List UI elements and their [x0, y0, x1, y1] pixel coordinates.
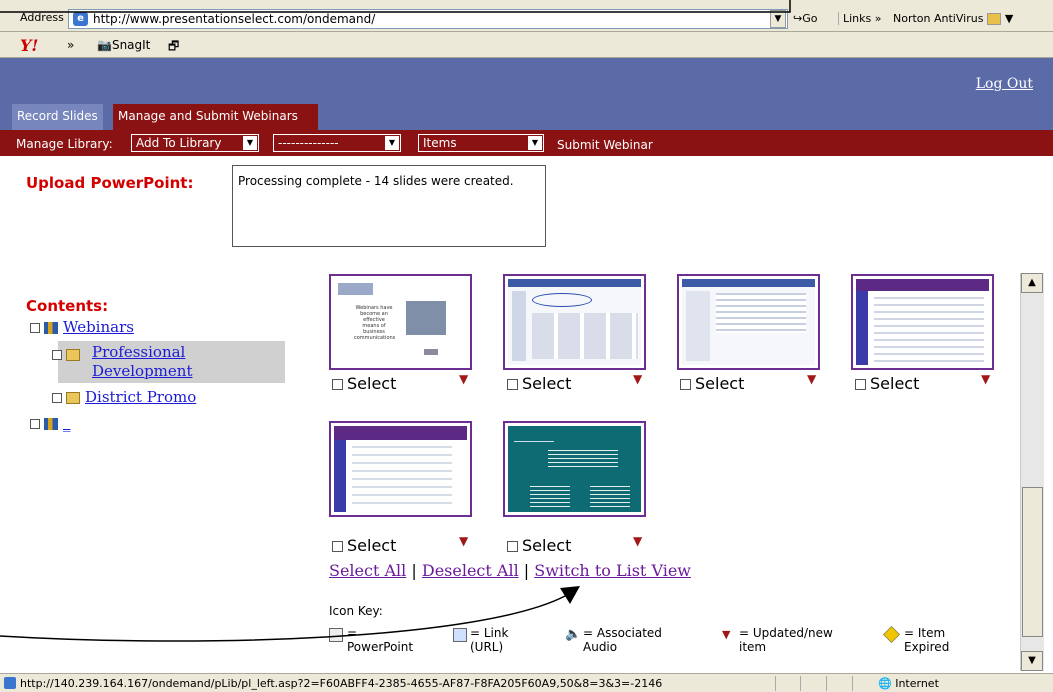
yahoo-toolbar: Y! » 📷SnagIt 🗗 [0, 32, 1053, 58]
filter-select[interactable]: -------------- ▼ [273, 134, 401, 152]
dropdown-arrow-icon: ▼ [385, 136, 399, 150]
slide-thumbnail[interactable] [503, 421, 646, 517]
folder-icon [66, 349, 80, 361]
tree-item-untitled[interactable]: _ [30, 414, 71, 432]
select-checkbox-5[interactable]: Select [332, 536, 396, 555]
status-zone: 🌐 Internet [878, 677, 939, 690]
snagit-settings-icon[interactable]: 🗗 [168, 37, 179, 58]
logout-link[interactable]: Log Out [976, 76, 1033, 92]
dropdown-arrow-icon: ▼ [528, 136, 542, 150]
separator: | [411, 561, 417, 580]
upload-status-box: Processing complete - 14 slides were cre… [232, 165, 546, 247]
flag-icon: ▼ [981, 372, 991, 386]
tree-checkbox[interactable] [30, 323, 40, 333]
norton-icon [987, 13, 1002, 25]
tree-item-professional-development[interactable]: Professional Development [52, 343, 192, 380]
books-icon [44, 322, 58, 334]
manage-library-bar: Manage Library: Add To Library ▼ --------… [0, 130, 1053, 156]
upload-powerpoint-label: Upload PowerPoint: [26, 174, 194, 192]
items-select[interactable]: Items ▼ [418, 134, 544, 152]
flag-icon: ▼ [722, 628, 731, 641]
links-button[interactable]: Links » [838, 12, 882, 25]
ie-page-icon: e [73, 12, 88, 26]
callout-arrowhead [560, 586, 580, 604]
select-checkbox-6[interactable]: Select [507, 536, 571, 555]
separator: | [523, 561, 530, 580]
address-input[interactable]: e http://www.presentationselect.com/onde… [68, 9, 788, 29]
address-url: http://www.presentationselect.com/ondema… [93, 12, 376, 26]
link-icon [453, 628, 467, 642]
select-all-link[interactable]: Select All [329, 561, 406, 580]
status-url: http://140.239.164.167/ondemand/pLib/pl_… [20, 677, 663, 690]
slide-thumbnail[interactable] [329, 421, 472, 517]
flag-icon: ▼ [633, 372, 643, 386]
tree-item-district-promo[interactable]: District Promo [52, 388, 196, 406]
icon-key-label: Icon Key: [329, 604, 383, 618]
norton-antivirus-button[interactable]: Norton AntiVirus ▼ [893, 12, 1013, 25]
slide-thumbnail[interactable] [677, 274, 820, 370]
add-to-library-select[interactable]: Add To Library ▼ [131, 134, 259, 152]
books-icon [44, 418, 58, 430]
expired-icon [883, 626, 900, 643]
flag-icon: ▼ [807, 372, 817, 386]
address-dropdown-icon[interactable]: ▼ [770, 10, 786, 28]
address-bar: Address e http://www.presentationselect.… [0, 0, 1053, 32]
go-button[interactable]: ↪Go [793, 12, 817, 25]
slide-actions: Select All | Deselect All | Switch to Li… [329, 561, 691, 580]
select-checkbox-1[interactable]: Select [332, 374, 396, 393]
scroll-down-icon[interactable]: ▼ [1021, 651, 1043, 671]
address-label: Address [20, 11, 64, 24]
status-bar: http://140.239.164.167/ondemand/pLib/pl_… [0, 673, 1053, 692]
flag-icon: ▼ [459, 534, 469, 548]
contents-label: Contents: [26, 297, 109, 315]
tree-checkbox[interactable] [30, 419, 40, 429]
tab-record-slides[interactable]: Record Slides [12, 104, 103, 130]
flag-icon: ▼ [633, 534, 643, 548]
select-checkbox-2[interactable]: Select [507, 374, 571, 393]
tree-checkbox[interactable] [52, 350, 62, 360]
select-checkbox-4[interactable]: Select [855, 374, 919, 393]
tab-manage-submit-webinars[interactable]: Manage and Submit Webinars [113, 104, 318, 130]
powerpoint-icon [329, 628, 343, 642]
switch-to-list-view-link[interactable]: Switch to List View [534, 561, 691, 580]
slide-thumbnail[interactable]: Webinars have become an effective means … [329, 274, 472, 370]
upload-status-text: Processing complete - 14 slides were cre… [238, 174, 514, 188]
chevron-icon[interactable]: » [67, 38, 74, 52]
deselect-all-link[interactable]: Deselect All [422, 561, 519, 580]
ie-status-icon [4, 677, 16, 689]
slide-thumbnail[interactable] [503, 274, 646, 370]
manage-library-label: Manage Library: [16, 137, 113, 151]
slide-caption: Webinars have become an effective means … [354, 305, 396, 341]
yahoo-logo-icon[interactable]: Y! [20, 36, 38, 55]
tree-checkbox[interactable] [52, 393, 62, 403]
submit-webinar-link[interactable]: Submit Webinar [557, 138, 653, 152]
scroll-thumb[interactable] [1022, 487, 1043, 637]
audio-icon: 🔈 [565, 627, 582, 642]
scroll-up-icon[interactable]: ▲ [1021, 273, 1043, 293]
folder-icon [66, 392, 80, 404]
flag-icon: ▼ [459, 372, 469, 386]
app-header: Log Out Record Slides Manage and Submit … [0, 58, 1053, 130]
tree-item-webinars[interactable]: Webinars [30, 318, 134, 336]
scrollbar[interactable]: ▲ ▼ [1020, 273, 1044, 671]
dropdown-arrow-icon: ▼ [243, 136, 257, 150]
select-checkbox-3[interactable]: Select [680, 374, 744, 393]
snagit-button[interactable]: 📷SnagIt [97, 38, 150, 52]
slide-thumbnail[interactable] [851, 274, 994, 370]
